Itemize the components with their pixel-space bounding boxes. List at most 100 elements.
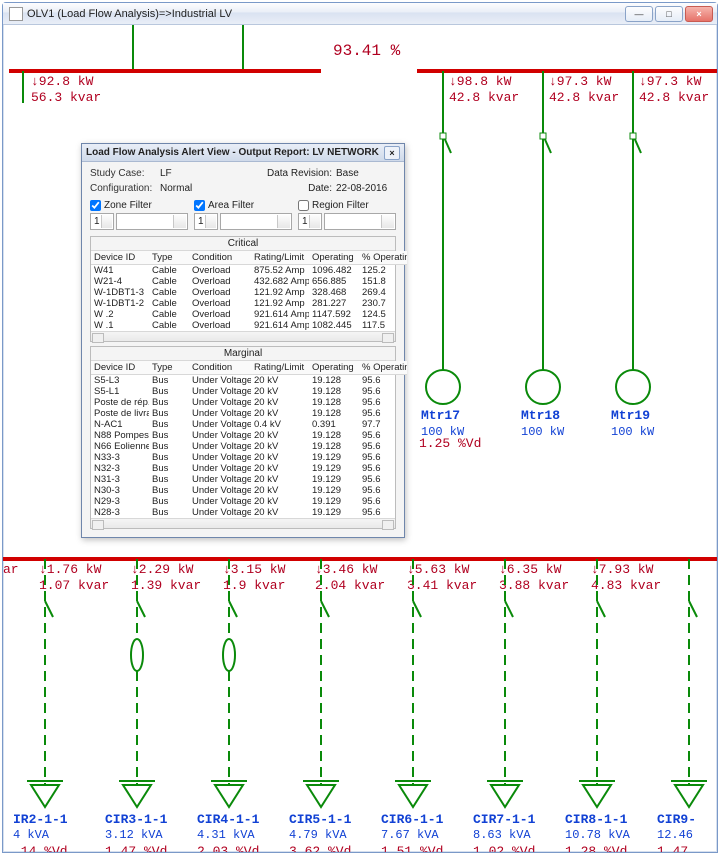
region-filter-spin[interactable]: 1 <box>298 213 322 230</box>
svg-text:42.8 kvar: 42.8 kvar <box>549 90 619 105</box>
zone-filter-combo[interactable] <box>116 213 188 230</box>
zone-filter-spin[interactable]: 1 <box>90 213 114 230</box>
region-filter-combo[interactable] <box>324 213 396 230</box>
feeder-top-0: ↓92.8 kW 56.3 kvar <box>23 71 101 105</box>
svg-text:1.51 %Vd: 1.51 %Vd <box>381 844 443 852</box>
table-row[interactable]: N33-3BusUnder Voltage20 kV19.12995.6 <box>91 452 407 463</box>
feeder-motor-2: ↓97.3 kW42.8 kvarMtr19100 kW <box>611 71 709 439</box>
svg-text:Mtr19: Mtr19 <box>611 408 650 423</box>
app-window: OLV1 (Load Flow Analysis)=>Industrial LV… <box>2 2 718 853</box>
alert-dialog[interactable]: Load Flow Analysis Alert View - Output R… <box>81 143 405 538</box>
date-value: 22-08-2016 <box>336 183 396 194</box>
svg-text:↓2.29 kW: ↓2.29 kW <box>131 562 194 577</box>
table-row[interactable]: N28-3BusUnder Voltage20 kV19.12995.6 <box>91 507 407 518</box>
feeder-cir-0: ↓1.76 kW1.07 kvarIR2-1-14 kVA.14 %Vd <box>13 559 109 852</box>
svg-text:CIR9-: CIR9- <box>657 812 696 827</box>
data-revision-label: Data Revision: <box>266 168 336 179</box>
table-row[interactable]: N30-3BusUnder Voltage20 kV19.12995.6 <box>91 485 407 496</box>
svg-text:CIR6-1-1: CIR6-1-1 <box>381 812 444 827</box>
svg-text:1.28 %Vd: 1.28 %Vd <box>565 844 627 852</box>
close-button[interactable]: × <box>685 6 713 22</box>
configuration-value: Normal <box>160 183 210 194</box>
svg-text:1.02 %Vd: 1.02 %Vd <box>473 844 535 852</box>
feeder-cir-2: ↓3.15 kW1.9 kvar CIR4-1-14.31 kVA 2.03 %Vd <box>197 559 286 852</box>
svg-text:CIR4-1-1: CIR4-1-1 <box>197 812 260 827</box>
feeder-cir-5: ↓6.35 kW3.88 kvar CIR7-1-18.63 kVA 1.02 %V… <box>473 559 569 852</box>
table-row[interactable]: Poste de rép...BusUnder Voltage20 kV19.1… <box>91 397 407 408</box>
svg-text:CIR7-1-1: CIR7-1-1 <box>473 812 536 827</box>
feeder-cir-6: ↓7.93 kW4.83 kvarCIR8-1-110.78 kVA1.28 %… <box>565 559 661 852</box>
table-row[interactable]: N66 EolienneBusUnder Voltage20 kV19.1289… <box>91 441 407 452</box>
svg-text:↓97.3 kW: ↓97.3 kW <box>549 74 612 89</box>
area-filter-combo[interactable] <box>220 213 292 230</box>
svg-text:42.8 kvar: 42.8 kvar <box>639 90 709 105</box>
svg-text:.14 %Vd: .14 %Vd <box>13 844 68 852</box>
data-revision-value: Base <box>336 168 396 179</box>
diagram-canvas[interactable]: 93.41 % ↓92.8 kW 56.3 kvar ↓98.8 kW42.8 … <box>3 25 717 852</box>
bus-voltage-pct: 93.41 % <box>333 42 401 60</box>
table-row[interactable]: S5-L3BusUnder Voltage20 kV19.12895.6 <box>91 375 407 387</box>
dialog-body: Study Case: LF Data Revision: Base Confi… <box>82 162 404 537</box>
table-row[interactable]: W .2CableOverload921.614 Amp1147.592124.… <box>91 309 407 320</box>
table-row[interactable]: W-1DBT1-2CableOverload121.92 Amp281.2272… <box>91 298 407 309</box>
date-label: Date: <box>266 183 336 194</box>
critical-caption: Critical <box>91 237 395 251</box>
svg-text:3.41 kvar: 3.41 kvar <box>407 578 477 593</box>
svg-text:2.04 kvar: 2.04 kvar <box>315 578 385 593</box>
feeder-cir-4: ↓5.63 kW3.41 kvarCIR6-1-17.67 kVA1.51 %V… <box>381 559 477 852</box>
table-row[interactable]: W41CableOverload875.52 Amp1096.482125.2 <box>91 265 407 277</box>
area-filter-checkbox[interactable]: Area Filter <box>194 200 292 211</box>
table-row[interactable]: W21-4CableOverload432.682 Amp656.885151.… <box>91 276 407 287</box>
app-icon <box>9 7 23 21</box>
table-row[interactable]: W .1CableOverload921.614 Amp1082.445117.… <box>91 320 407 331</box>
svg-text:4.31 kVA: 4.31 kVA <box>197 828 255 842</box>
critical-scrollbar[interactable] <box>91 331 395 341</box>
table-row[interactable]: Poste de livra..BusUnder Voltage20 kV19.… <box>91 408 407 419</box>
minimize-button[interactable]: — <box>625 6 653 22</box>
table-row[interactable]: N-AC1BusUnder Voltage0.4 kV0.39197.7 <box>91 419 407 430</box>
svg-text:CIR5-1-1: CIR5-1-1 <box>289 812 352 827</box>
svg-text:IR2-1-1: IR2-1-1 <box>13 812 68 827</box>
table-row[interactable]: N29-3BusUnder Voltage20 kV19.12995.6 <box>91 496 407 507</box>
svg-text:3.88 kvar: 3.88 kvar <box>499 578 569 593</box>
marginal-table[interactable]: Device ID Type Condition Rating/Limit Op… <box>91 361 407 518</box>
critical-panel: Critical Device ID Type Condition Rating… <box>90 236 396 342</box>
svg-text:Mtr18: Mtr18 <box>521 408 560 423</box>
zone-filter-checkbox[interactable]: Zone Filter <box>90 200 188 211</box>
maximize-button[interactable]: □ <box>655 6 683 22</box>
svg-text:Mtr17: Mtr17 <box>421 408 460 423</box>
critical-table[interactable]: Device ID Type Condition Rating/Limit Op… <box>91 251 407 331</box>
dialog-title: Load Flow Analysis Alert View - Output R… <box>86 147 384 158</box>
svg-text:↓7.93 kW: ↓7.93 kW <box>591 562 654 577</box>
area-filter-spin[interactable]: 1 <box>194 213 218 230</box>
svg-text:↓3.46 kW: ↓3.46 kW <box>315 562 378 577</box>
svg-text:4.79 kVA: 4.79 kVA <box>289 828 347 842</box>
table-row[interactable]: N88 Pompes ...BusUnder Voltage20 kV19.12… <box>91 430 407 441</box>
feeder-cir-3: ↓3.46 kW2.04 kvarCIR5-1-14.79 kVA3.62 %V… <box>289 559 385 852</box>
marginal-scrollbar[interactable] <box>91 518 395 528</box>
table-row[interactable]: W-1DBT1-3CableOverload121.92 Amp328.4682… <box>91 287 407 298</box>
table-row[interactable]: N32-3BusUnder Voltage20 kV19.12995.6 <box>91 463 407 474</box>
study-case-label: Study Case: <box>90 168 160 179</box>
svg-text:8.63 kVA: 8.63 kVA <box>473 828 531 842</box>
svg-text:1.9 kvar: 1.9 kvar <box>223 578 285 593</box>
svg-text:1.07 kvar: 1.07 kvar <box>39 578 109 593</box>
svg-text:↓98.8 kW: ↓98.8 kW <box>449 74 512 89</box>
window-title: OLV1 (Load Flow Analysis)=>Industrial LV <box>27 8 625 20</box>
svg-text:10.78 kVA: 10.78 kVA <box>565 828 631 842</box>
marginal-caption: Marginal <box>91 347 395 361</box>
svg-text:↓6.35 kW: ↓6.35 kW <box>499 562 562 577</box>
dialog-close-button[interactable]: × <box>384 146 400 160</box>
feeder-motor-1: ↓97.3 kW42.8 kvarMtr18100 kW <box>521 71 619 439</box>
svg-text:↓1.76 kW: ↓1.76 kW <box>39 562 102 577</box>
svg-text:CIR3-1-1: CIR3-1-1 <box>105 812 168 827</box>
table-row[interactable]: N31-3BusUnder Voltage20 kV19.12995.6 <box>91 474 407 485</box>
svg-text:↓3.15 kW: ↓3.15 kW <box>223 562 286 577</box>
table-row[interactable]: S5-L1BusUnder Voltage20 kV19.12895.6 <box>91 386 407 397</box>
svg-text:2.03 %Vd: 2.03 %Vd <box>197 844 259 852</box>
svg-text:12.46: 12.46 <box>657 828 693 842</box>
region-filter-checkbox[interactable]: Region Filter <box>298 200 396 211</box>
titlebar[interactable]: OLV1 (Load Flow Analysis)=>Industrial LV… <box>3 3 717 25</box>
svg-text:42.8 kvar: 42.8 kvar <box>449 90 519 105</box>
svg-text:↓92.8 kW: ↓92.8 kW <box>31 74 94 89</box>
